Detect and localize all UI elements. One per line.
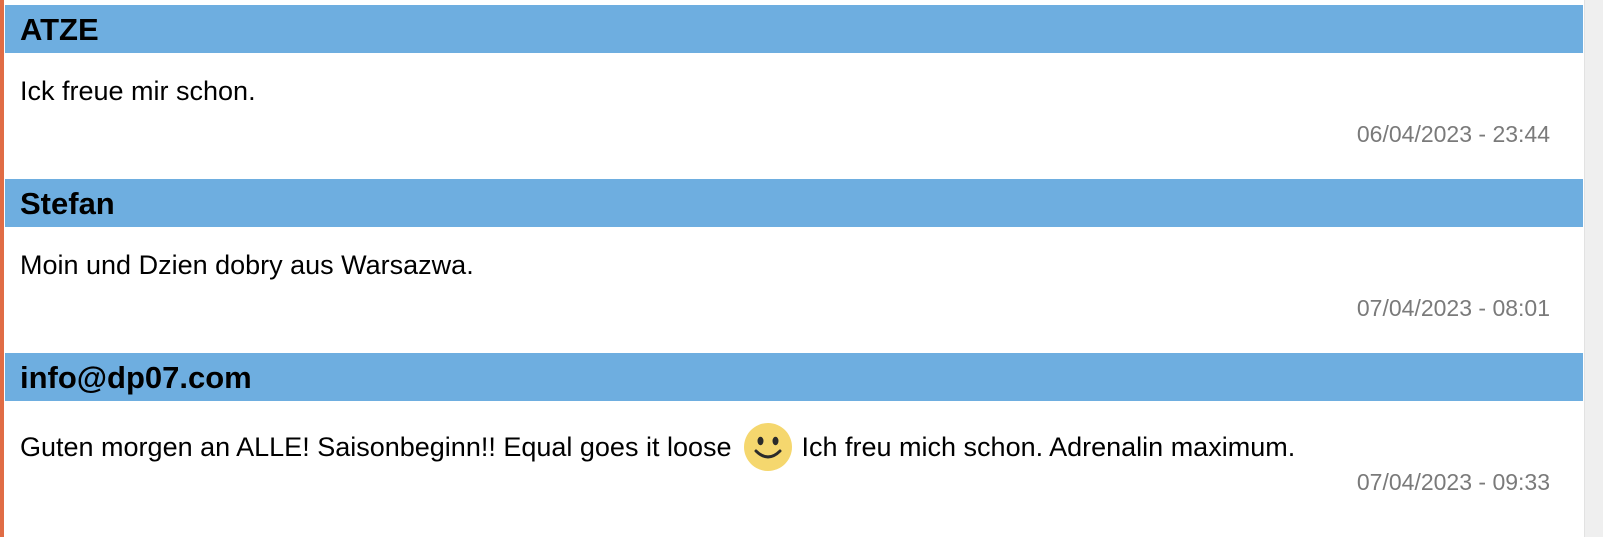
comment-feed-page: ATZE Ick freue mir schon. 06/04/2023 - 2… — [0, 0, 1603, 537]
comment-header: Stefan — [5, 179, 1583, 227]
comment-timestamp: 07/04/2023 - 09:33 — [1356, 469, 1550, 495]
comment-timestamp: 07/04/2023 - 08:01 — [1356, 295, 1550, 321]
vertical-scrollbar[interactable] — [1584, 0, 1603, 537]
comment-text: Moin und Dzien dobry aus Warsazwa. — [20, 250, 474, 280]
comment-list: ATZE Ick freue mir schon. 06/04/2023 - 2… — [5, 5, 1583, 527]
comment-timestamp: 06/04/2023 - 23:44 — [1356, 121, 1550, 147]
comment-text: Guten morgen an ALLE! Saisonbeginn!! Equ… — [20, 421, 1295, 473]
comment-author: Stefan — [20, 185, 115, 221]
comment-item: info@dp07.com Guten morgen an ALLE! Sais… — [5, 353, 1583, 527]
comment-text-before-emoji: Guten morgen an ALLE! Saisonbeginn!! Equ… — [20, 432, 732, 462]
comment-item: ATZE Ick freue mir schon. 06/04/2023 - 2… — [5, 5, 1583, 179]
comment-author: info@dp07.com — [20, 359, 252, 395]
left-border — [0, 0, 4, 537]
comment-text: Ick freue mir schon. — [20, 76, 256, 106]
comment-header: ATZE — [5, 5, 1583, 53]
smiley-icon — [742, 421, 794, 473]
comment-item: Stefan Moin und Dzien dobry aus Warsazwa… — [5, 179, 1583, 353]
comment-text-after-emoji: Ich freu mich schon. Adrenalin maximum. — [801, 432, 1296, 462]
comment-header: info@dp07.com — [5, 353, 1583, 401]
comment-author: ATZE — [20, 11, 99, 47]
